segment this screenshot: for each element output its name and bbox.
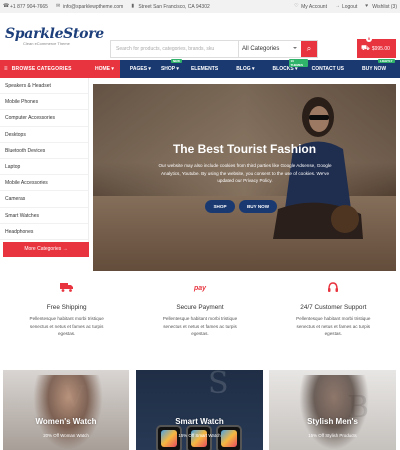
menu-label: BLOG [236, 66, 251, 72]
headset-icon [267, 282, 400, 296]
more-categories-label: More Categories [24, 246, 62, 252]
hero-description: Our website may also include cookies fro… [158, 163, 332, 184]
promo-stylish-mens[interactable]: B Stylish Men's 15% Off Stylish Products [269, 370, 396, 450]
menu-item-contact[interactable]: CONTACT US [308, 60, 356, 78]
search-bar: Search for products, categories, brands,… [110, 40, 318, 58]
main-menu: HOME ▾ PAGES ▾ SHOP ▾ NEW ELEMENTS BLOG ▾… [89, 59, 395, 78]
address-info: ▮ Street San Francisco, CA 94302 [131, 4, 209, 10]
feature-free-shipping: Free Shipping Pellentesque habitant morb… [0, 282, 133, 342]
feature-description: Pellentesque habitant morbi tristique se… [29, 316, 104, 337]
main-navbar: ≡ BROWSE CATEGORIES HOME ▾ PAGES ▾ SHOP … [0, 59, 400, 78]
cart-total: $995.00 [371, 45, 390, 52]
logo[interactable]: SparkleStore Clean eCommerce Theme [5, 25, 104, 46]
heart-icon: ♥ [365, 3, 369, 9]
features-row: Free Shipping Pellentesque habitant morb… [0, 282, 400, 342]
wishlist-label: Wishlist (3) [372, 3, 397, 10]
hero-shop-button[interactable]: SHOP [205, 200, 235, 213]
feature-title: Free Shipping [46, 304, 87, 311]
my-account-link[interactable]: ♡ My Account [294, 4, 327, 10]
search-icon: ⌕ [306, 44, 312, 53]
cart-icon: ⛟ [361, 45, 370, 52]
sidebar-item-computer-accessories[interactable]: Computer Accessories [0, 110, 88, 127]
sidebar-item-bluetooth[interactable]: Bluetooth Devices [0, 143, 88, 159]
menu-label: PAGES [129, 66, 148, 72]
top-bar: ☎ +1 877 904-7665 ✉ info@sparklewptheme.co… [0, 0, 400, 13]
truck-icon [0, 282, 133, 296]
handshake-icon: ♡ [294, 3, 299, 9]
mail-icon: ✉ [55, 3, 61, 9]
header: SparkleStore Clean eCommerce Theme Searc… [0, 13, 400, 58]
logout-link[interactable]: → Logout [335, 4, 357, 10]
promo-title: Stylish Men's [307, 417, 358, 426]
themes-badge: 10 THEMES [288, 59, 308, 67]
pay-icon: pay [193, 285, 207, 292]
new-badge: NEW [170, 59, 182, 63]
hero-slider: The Best Tourist Fashion Our website may… [93, 84, 396, 271]
buy-badge: LIGHTLY [377, 59, 395, 63]
menu-label: ELEMENTS [190, 66, 219, 72]
feature-title: Secure Payment [176, 304, 224, 311]
menu-item-pages[interactable]: PAGES ▾ [120, 60, 159, 78]
hero-title: The Best Tourist Fashion [172, 142, 317, 156]
category-sidebar: Speakers & Headset Mobile Phones Compute… [0, 78, 89, 254]
promo-title: Women's Watch [35, 417, 97, 426]
category-select[interactable]: All Categories [239, 41, 301, 57]
phone-icon: ☎ [3, 3, 10, 9]
promo-subtitle: 15% Off Smart Watch [178, 433, 221, 438]
menu-item-blocks[interactable]: BLOCKS ▾ 10 THEMES [267, 59, 308, 78]
hero-buy-now-button[interactable]: BUY NOW [239, 200, 277, 213]
phone-text: +1 877 904-7665 [10, 3, 48, 10]
address-text: Street San Francisco, CA 94302 [138, 3, 210, 10]
feature-secure-payment: pay Secure Payment Pellentesque habitant… [133, 282, 266, 342]
promo-watermark-letter: S [208, 370, 229, 401]
map-icon: ▮ [131, 3, 135, 9]
menu-item-shop[interactable]: SHOP ▾ NEW [159, 59, 187, 78]
feature-description: Pellentesque habitant morbi tristique se… [296, 316, 371, 337]
menu-item-elements[interactable]: ELEMENTS [187, 60, 230, 78]
feature-description: Pellentesque habitant morbi tristique se… [162, 316, 238, 337]
wishlist-link[interactable]: ♥ Wishlist (3) [365, 4, 397, 10]
promo-womens-watch[interactable]: V Women's Watch 20% Off Woman Watch [3, 370, 129, 450]
phone-info: ☎ +1 877 904-7665 [3, 4, 48, 10]
sidebar-item-headphones[interactable]: Headphones [0, 224, 88, 240]
promo-model-image [299, 375, 369, 450]
menu-item-home[interactable]: HOME ▾ [89, 60, 120, 78]
promo-subtitle: 15% Off Stylish Products [308, 433, 357, 438]
menu-label: BUY NOW [361, 66, 387, 72]
sidebar-item-mobile-phones[interactable]: Mobile Phones [0, 94, 88, 111]
cart-count-badge: 0 [366, 36, 372, 42]
browse-categories-label: BROWSE CATEGORIES [11, 66, 72, 72]
sidebar-item-mobile-accessories[interactable]: Mobile Accessories [0, 175, 88, 192]
logout-icon: → [334, 3, 340, 9]
menu-item-blog[interactable]: BLOG ▾ [230, 60, 266, 78]
logout-label: Logout [341, 3, 358, 10]
sidebar-item-speakers[interactable]: Speakers & Headset [0, 78, 88, 95]
email-info[interactable]: ✉ info@sparklewptheme.com [56, 4, 123, 10]
promo-smart-watch[interactable]: S Smart Watch 15% Off Smart Watch [136, 370, 263, 450]
feature-support: 24/7 Customer Support Pellentesque habit… [267, 282, 400, 342]
menu-label: CONTACT US [311, 66, 344, 72]
hamburger-icon: ≡ [4, 66, 8, 72]
promo-subtitle: 20% Off Woman Watch [43, 433, 89, 438]
search-button[interactable]: ⌕ [301, 41, 317, 57]
promo-model-image [33, 375, 103, 450]
menu-label: SHOP [160, 66, 176, 72]
browse-categories-button[interactable]: ≡ BROWSE CATEGORIES [0, 60, 89, 78]
menu-item-buy-now[interactable]: BUY NOW LIGHTLY [356, 59, 395, 78]
sidebar-item-smart-watches[interactable]: Smart Watches [0, 208, 88, 224]
sidebar-item-laptop[interactable]: Laptop [0, 159, 88, 176]
my-account-label: My Account [301, 3, 327, 10]
feature-title: 24/7 Customer Support [300, 304, 367, 311]
menu-label: HOME [95, 66, 110, 72]
cart-button[interactable]: ⛟ 0 $995.00 [357, 36, 396, 58]
sidebar-item-cameras[interactable]: Cameras [0, 191, 88, 208]
promo-title: Smart Watch [175, 417, 224, 426]
more-categories-button[interactable]: More Categories → [3, 242, 89, 257]
sidebar-item-desktops[interactable]: Desktops [0, 127, 88, 143]
search-input[interactable]: Search for products, categories, brands,… [111, 41, 239, 57]
email-text: info@sparklewptheme.com [62, 3, 124, 10]
logo-text: SparkleStore [5, 25, 104, 42]
